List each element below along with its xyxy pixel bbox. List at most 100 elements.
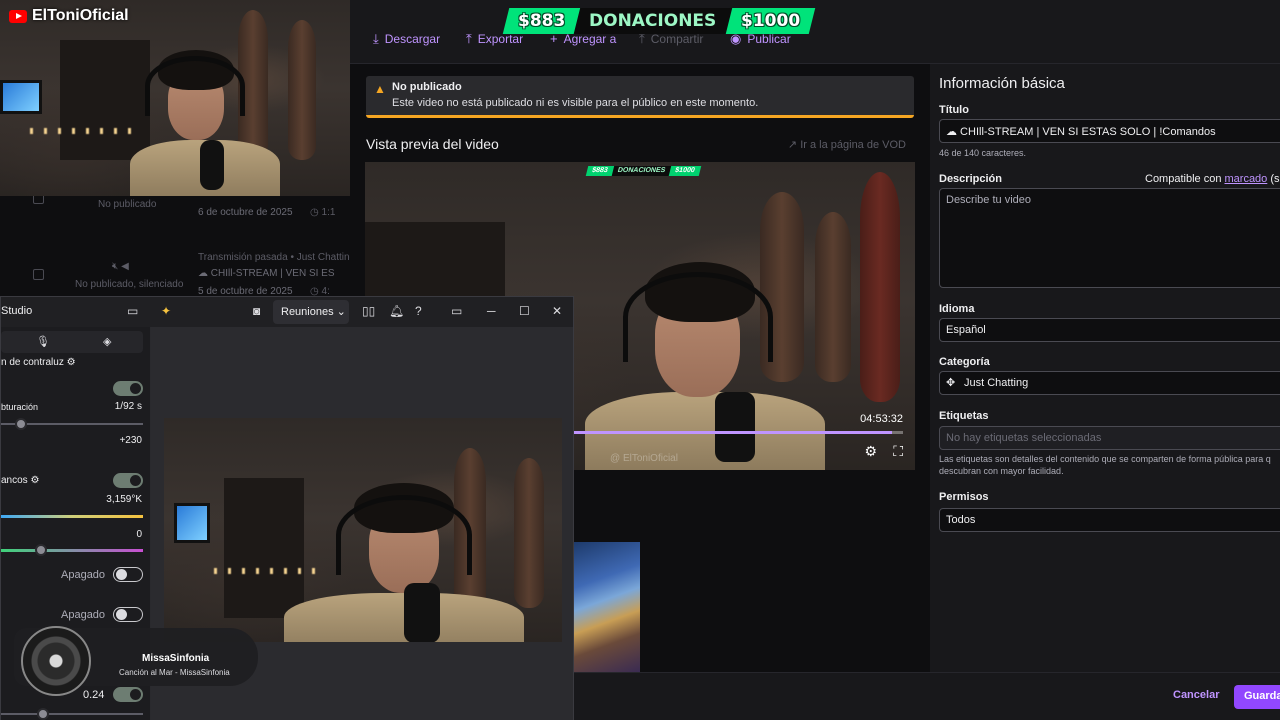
fullscreen-icon[interactable]: ⛶ — [893, 443, 903, 460]
markup-link[interactable]: marcado — [1225, 173, 1268, 185]
meeting-select[interactable]: Reuniones ⌄ — [273, 300, 349, 324]
channel-tag: ElToniOficial — [9, 7, 129, 25]
white-balance-label: ancos ⚙ — [1, 475, 40, 486]
off-label-2: Apagado — [61, 609, 106, 621]
plus-icon: + — [550, 31, 558, 46]
sidebar-icon[interactable]: ▭ — [127, 304, 138, 318]
char-count: 46 de 140 caracteres. — [939, 148, 1027, 158]
slider-knob[interactable] — [37, 708, 49, 720]
toggle-1[interactable] — [113, 381, 143, 396]
youtube-icon — [9, 9, 27, 23]
vod-link[interactable]: ↗ Ir a la página de VOD — [788, 138, 906, 151]
video-title[interactable]: ☁ CHIll-STREAM | VEN SI ES — [198, 268, 335, 279]
toggle-last[interactable] — [113, 687, 143, 702]
save-button[interactable]: Guarda — [1234, 685, 1280, 709]
permissions-select[interactable]: Todos — [939, 508, 1280, 532]
temperature-value: 3,159°K — [106, 494, 142, 505]
video-status-muted: No publicado, silenciado — [75, 279, 184, 290]
shutter-value: 1/92 s — [114, 401, 142, 412]
language-select[interactable]: Español — [939, 318, 1280, 342]
webcam-overlay: ElToniOficial — [0, 0, 350, 196]
download-button[interactable]: ⤓ Descargar — [373, 31, 440, 47]
eye-icon: ◉ — [730, 31, 742, 46]
game-thumbnail — [573, 542, 640, 672]
description-input[interactable]: Describe tu video — [939, 188, 1280, 288]
shutter-label: bturación — [1, 402, 39, 412]
slider-knob[interactable] — [35, 544, 47, 556]
camera-icon[interactable]: ◙ — [253, 304, 260, 318]
temperature-slider[interactable] — [1, 515, 143, 518]
tags-label: Etiquetas — [939, 410, 989, 422]
permissions-label: Permisos — [939, 491, 989, 503]
title-label: Título — [939, 104, 969, 116]
toggle-off-2[interactable] — [113, 607, 143, 622]
description-label: Descripción — [939, 173, 1002, 185]
alert-title: No publicado — [392, 81, 462, 93]
settings-icon[interactable]: ⚙ — [864, 443, 877, 460]
warning-icon: ▲ — [374, 82, 386, 96]
slider-knob[interactable] — [15, 418, 27, 430]
maximize-icon[interactable]: ☐ — [519, 304, 530, 318]
category-label: Categoría — [939, 356, 990, 368]
tint-slider[interactable] — [1, 544, 143, 556]
share-icon: ⤒ — [639, 31, 645, 46]
gear-icon: ⚙ — [66, 357, 76, 368]
muted-icon: 🔇︎ ◀ — [112, 261, 129, 272]
bell-icon[interactable]: 🔔︎ — [389, 304, 404, 318]
video-status: No publicado — [98, 199, 157, 210]
columns-icon[interactable]: ▯▯ — [362, 304, 375, 318]
studio-titlebar: Studio ▭ ✦ ◙ Reuniones ⌄ ▯▯ 🔔︎ ? ▭ ─ ☐ ✕ — [1, 297, 573, 327]
tags-input[interactable]: No hay etiquetas seleccionadas — [939, 426, 1280, 450]
vinyl-disc-icon — [21, 626, 91, 696]
video-info: Transmisión pasada • Just Chatting — [198, 252, 356, 263]
video-list: No publicado 6 de octubre de 2025 ◷ 1:1 … — [0, 193, 355, 306]
footer-bar: Cancelar Guarda — [573, 672, 1280, 720]
off-label-1: Apagado — [61, 569, 106, 581]
panel-icon[interactable]: ▭ — [451, 304, 462, 318]
title-input[interactable]: ☁ CHIll-STREAM | VEN SI ESTAS SOLO | !Co… — [939, 119, 1280, 143]
studio-title: Studio — [1, 305, 33, 317]
video-toolbar: $883 DONACIONES $1000 ⤓ Descargar ⤒ Export… — [350, 0, 1280, 64]
category-select[interactable]: ✥ Just Chatting — [939, 371, 1280, 395]
white-balance-toggle[interactable] — [113, 473, 143, 488]
language-label: Idioma — [939, 303, 975, 315]
preview-heading: Vista previa del video — [366, 136, 499, 152]
shutter-slider[interactable] — [1, 418, 143, 430]
add-to-button[interactable]: + Agregar a — [550, 31, 616, 46]
music-track: Canción al Mar - MissaSinfonia — [119, 668, 230, 677]
arrow-up-right-icon: ↗ — [787, 139, 801, 151]
video-banner: $883 DONACIONES $1000 — [585, 166, 701, 176]
gamepad-icon: ✥ — [946, 377, 956, 389]
video-time: 04:53:32 — [860, 413, 903, 425]
upload-icon: ⤒ — [466, 31, 472, 46]
music-artist: MissaSinfonia — [142, 653, 210, 664]
mic-icon[interactable]: 🎙︎ — [36, 335, 50, 348]
gear-icon: ⚙ — [30, 475, 40, 486]
close-icon[interactable]: ✕ — [552, 304, 562, 318]
video-checkbox-2[interactable] — [33, 269, 44, 280]
backlight-label: n de contraluz ⚙ — [1, 357, 76, 368]
tags-help-1: Las etiquetas son detalles del contenido… — [939, 454, 1271, 464]
clock-icon: ◷ 1:1 — [310, 207, 336, 218]
layers-icon[interactable]: ◈ — [103, 335, 111, 348]
info-heading: Información básica — [939, 75, 1065, 92]
toggle-off-1[interactable] — [113, 567, 143, 582]
video-date: 6 de octubre de 2025 — [198, 207, 293, 218]
screen: No publicado 6 de octubre de 2025 ◷ 1:1 … — [0, 0, 1280, 720]
bottom-slider[interactable] — [1, 708, 143, 720]
export-button[interactable]: ⤒ Exportar — [466, 31, 523, 47]
minimize-icon[interactable]: ─ — [487, 304, 496, 318]
camera-preview — [164, 418, 562, 642]
exposure-value: +230 — [119, 435, 142, 446]
publish-button[interactable]: ◉ Publicar — [730, 31, 791, 47]
help-icon[interactable]: ? — [415, 304, 422, 318]
tint-value: 0 — [136, 529, 142, 540]
markup-compat: Compatible con marcado (s — [1145, 173, 1280, 185]
sparkle-icon[interactable]: ✦ — [161, 304, 171, 318]
settings-tabs: 🎙︎ ◈ — [1, 331, 143, 353]
unpublished-alert: ▲ No publicado Este video no está public… — [366, 76, 914, 118]
share-button[interactable]: ⤒ Compartir — [639, 31, 703, 47]
cancel-button[interactable]: Cancelar — [1173, 689, 1219, 701]
basic-info-panel: Información básica Título ☁ CHIll-STREAM… — [930, 64, 1280, 672]
alert-message: Este video no está publicado ni es visib… — [392, 97, 759, 109]
